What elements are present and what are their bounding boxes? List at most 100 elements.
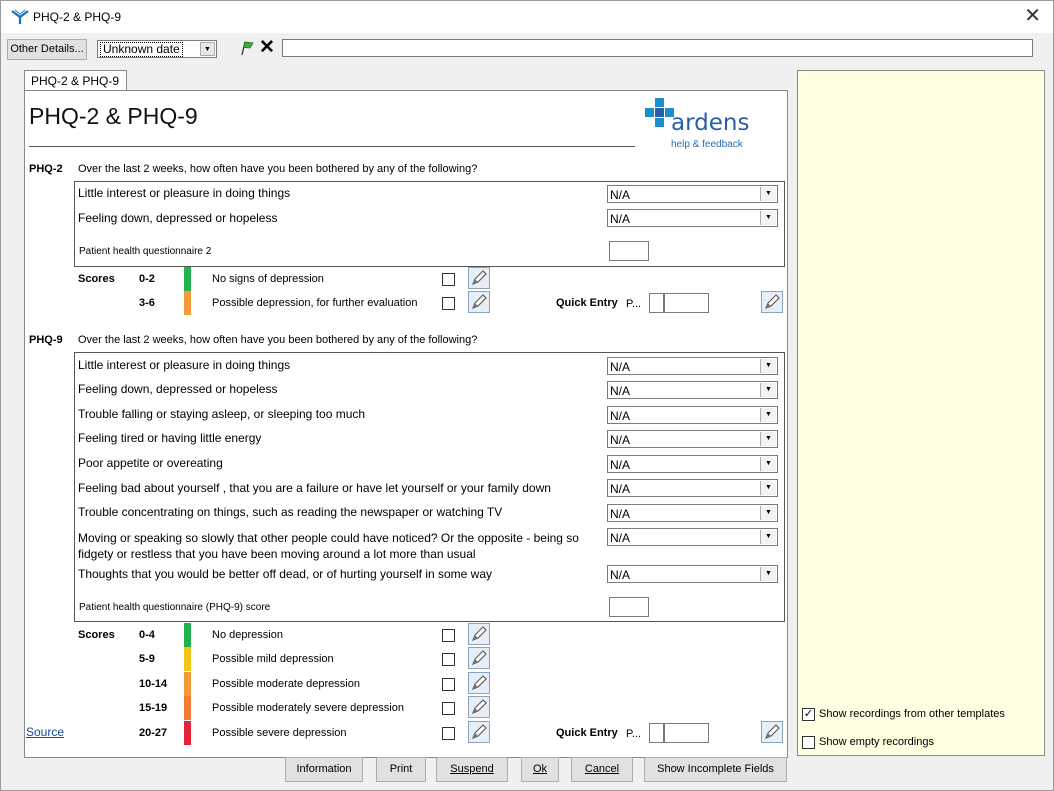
ardens-logo[interactable]: ardens help & feedback xyxy=(645,98,755,154)
chevron-down-icon[interactable]: ▼ xyxy=(200,42,215,56)
chevron-down-icon[interactable]: ▼ xyxy=(760,408,776,422)
close-icon[interactable]: ✕ xyxy=(1024,5,1041,27)
chevron-down-icon[interactable]: ▼ xyxy=(760,567,776,581)
phq9-quick-entry-input[interactable] xyxy=(664,723,709,743)
show-empty-checkbox[interactable] xyxy=(802,736,815,749)
suspend-button[interactable]: Suspend xyxy=(436,757,508,782)
phq2-score-range-1: 0-2 xyxy=(139,273,155,285)
phq2-quick-entry-input[interactable] xyxy=(664,293,709,313)
information-button[interactable]: Information xyxy=(285,757,363,782)
pencil-icon[interactable] xyxy=(468,696,490,718)
phq9-score-range-5: 20-27 xyxy=(139,727,168,739)
phq2-score-text-1: No signs of depression xyxy=(212,273,324,285)
source-link[interactable]: Source xyxy=(26,725,64,739)
pencil-icon[interactable] xyxy=(468,672,490,694)
chevron-down-icon[interactable]: ▼ xyxy=(760,187,776,201)
show-other-templates-checkbox[interactable]: ✓ xyxy=(802,708,815,721)
green-flag-icon[interactable] xyxy=(239,40,255,56)
phq9-item-2-select[interactable]: N/A ▼ xyxy=(607,381,778,399)
phq9-score-checkbox-4[interactable] xyxy=(442,702,455,715)
phq9-score-checkbox-1[interactable] xyxy=(442,629,455,642)
tab-phq[interactable]: PHQ-2 & PHQ-9 xyxy=(24,70,127,91)
pencil-icon[interactable] xyxy=(468,267,490,289)
phq2-question: Over the last 2 weeks, how often have yo… xyxy=(78,163,478,175)
phq2-quick-prefix: P... xyxy=(626,298,642,310)
window-title: PHQ-2 & PHQ-9 xyxy=(33,10,122,24)
select-value: N/A xyxy=(610,458,631,472)
pencil-icon[interactable] xyxy=(468,623,490,645)
pencil-svg xyxy=(765,294,780,309)
select-value: N/A xyxy=(610,507,631,521)
heading-divider xyxy=(29,146,635,147)
phq9-item-6-select[interactable]: N/A ▼ xyxy=(607,479,778,497)
phq9-item-1-select[interactable]: N/A ▼ xyxy=(607,357,778,375)
ok-button[interactable]: Ok xyxy=(521,757,559,782)
print-button[interactable]: Print xyxy=(376,757,426,782)
phq9-item-9-select[interactable]: N/A ▼ xyxy=(607,565,778,583)
phq2-color-bar-orange xyxy=(184,291,191,315)
show-empty-label: Show empty recordings xyxy=(819,736,934,748)
phq9-item-5-label: Poor appetite or overeating xyxy=(78,456,223,470)
chevron-down-icon[interactable]: ▼ xyxy=(760,359,776,373)
chevron-down-icon[interactable]: ▼ xyxy=(760,432,776,446)
phq2-score-checkbox-1[interactable] xyxy=(442,273,455,286)
phq9-score-checkbox-5[interactable] xyxy=(442,727,455,740)
other-details-button[interactable]: Other Details... xyxy=(7,39,87,60)
phq2-quick-entry-code[interactable] xyxy=(649,293,664,313)
phq9-item-6-label: Feeling bad about yourself , that you ar… xyxy=(78,481,551,495)
phq9-score-checkbox-3[interactable] xyxy=(442,678,455,691)
chevron-down-icon[interactable]: ▼ xyxy=(760,211,776,225)
select-value: N/A xyxy=(610,409,631,423)
pencil-icon[interactable] xyxy=(761,721,783,743)
select-value: N/A xyxy=(610,212,631,226)
phq9-item-8-select[interactable]: N/A ▼ xyxy=(607,528,778,546)
date-dropdown[interactable]: Unknown date ▼ xyxy=(97,40,217,58)
phq9-item-3-select[interactable]: N/A ▼ xyxy=(607,406,778,424)
phq9-score-range-4: 15-19 xyxy=(139,702,168,714)
phq2-item-1-select[interactable]: N/A ▼ xyxy=(607,185,778,203)
pencil-icon[interactable] xyxy=(468,647,490,669)
phq9-score-range-2: 5-9 xyxy=(139,653,155,665)
phq2-quick-entry-label: Quick Entry xyxy=(556,297,618,309)
phq9-score-range-3: 10-14 xyxy=(139,678,168,690)
clear-icon[interactable]: ✕ xyxy=(259,38,275,57)
phq2-item-2-select[interactable]: N/A ▼ xyxy=(607,209,778,227)
phq9-item-9-label: Thoughts that you would be better off de… xyxy=(78,567,493,581)
phq9-item-8-label: Moving or speaking so slowly that other … xyxy=(78,531,579,561)
select-value: N/A xyxy=(610,433,631,447)
chevron-down-icon[interactable]: ▼ xyxy=(760,481,776,495)
phq9-item-4-select[interactable]: N/A ▼ xyxy=(607,430,778,448)
select-value: N/A xyxy=(610,360,631,374)
phq9-score-field[interactable] xyxy=(609,597,649,617)
cancel-button[interactable]: Cancel xyxy=(571,757,633,782)
phq2-score-checkbox-2[interactable] xyxy=(442,297,455,310)
phq2-score-label: Patient health questionnaire 2 xyxy=(79,246,212,257)
phq9-score-checkbox-2[interactable] xyxy=(442,653,455,666)
phq9-quick-prefix: P... xyxy=(626,728,642,740)
pencil-svg xyxy=(472,626,487,641)
chevron-down-icon[interactable]: ▼ xyxy=(760,506,776,520)
phq9-score-text-4: Possible moderately severe depression xyxy=(212,702,404,714)
pencil-svg xyxy=(472,294,487,309)
app-logo-icon xyxy=(11,9,29,24)
pencil-icon[interactable] xyxy=(761,291,783,313)
phq9-section-label: PHQ-9 xyxy=(29,334,63,346)
phq9-quick-entry-code[interactable] xyxy=(649,723,664,743)
phq9-item-7-select[interactable]: N/A ▼ xyxy=(607,504,778,522)
chevron-down-icon[interactable]: ▼ xyxy=(760,383,776,397)
phq2-item-2-label: Feeling down, depressed or hopeless xyxy=(78,211,278,225)
phq9-score-label: Patient health questionnaire (PHQ-9) sco… xyxy=(79,602,271,613)
phq2-section-label: PHQ-2 xyxy=(29,163,63,175)
show-incomplete-fields-button[interactable]: Show Incomplete Fields xyxy=(644,757,787,782)
chevron-down-icon[interactable]: ▼ xyxy=(760,457,776,471)
phq9-item-5-select[interactable]: N/A ▼ xyxy=(607,455,778,473)
free-text-input[interactable] xyxy=(282,39,1033,57)
pencil-icon[interactable] xyxy=(468,291,490,313)
pencil-icon[interactable] xyxy=(468,721,490,743)
chevron-down-icon[interactable]: ▼ xyxy=(760,530,776,544)
phq9-score-range-1: 0-4 xyxy=(139,629,155,641)
show-other-templates-label: Show recordings from other templates xyxy=(819,708,1005,720)
title-bar: PHQ-2 & PHQ-9 ✕ xyxy=(1,1,1053,33)
phq9-question: Over the last 2 weeks, how often have yo… xyxy=(78,334,478,346)
phq2-score-field[interactable] xyxy=(609,241,649,261)
